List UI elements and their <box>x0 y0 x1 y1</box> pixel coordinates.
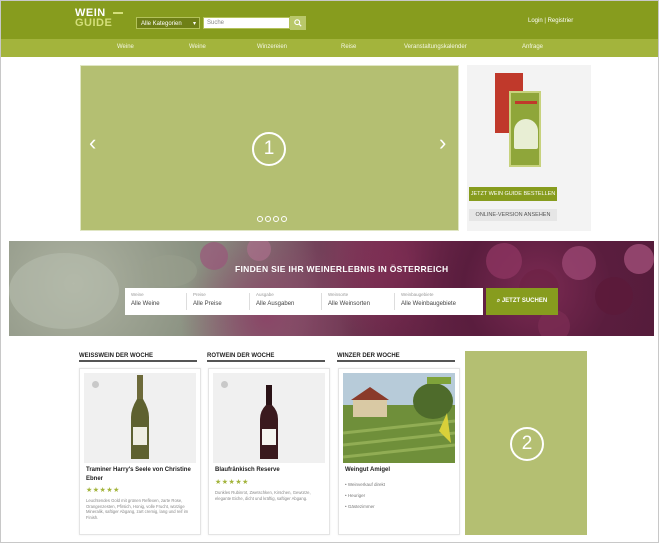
chevron-right-icon[interactable]: › <box>439 132 446 154</box>
slider-dot[interactable] <box>281 216 287 222</box>
wine-bottle-icon <box>131 375 149 459</box>
nav-item-weine-2[interactable]: Weine <box>189 44 206 50</box>
logo-line2: GUIDE <box>75 17 113 29</box>
favorite-icon[interactable] <box>92 381 99 388</box>
winery-feature: • Weinverkauf direkt <box>345 482 386 487</box>
filter-preise[interactable]: Preise Alle Preise <box>187 288 250 315</box>
ad-slot-number: 2 <box>510 427 544 461</box>
section-underline <box>207 360 325 362</box>
guide-ad <box>467 65 591 231</box>
vineyard-photo <box>342 373 456 463</box>
filter-weinbaugebiete[interactable]: Weinbaugebiete Alle Weinbaugebiete <box>395 288 483 315</box>
filter-label: Weine <box>131 292 144 297</box>
slider-dot[interactable] <box>257 216 263 222</box>
wine-image <box>213 373 325 463</box>
wine-bottle-icon <box>260 385 278 459</box>
rating-stars: ★★★★★ <box>215 479 249 486</box>
winery-feature: • Heuriger <box>345 493 366 498</box>
filter-value: Alle Weinsorten <box>328 301 370 307</box>
chevron-down-icon: ▾ <box>192 21 196 27</box>
wine-description: Leuchtendes Gold mit grünen Reflexen, za… <box>86 498 189 520</box>
header-bar: WEIN GUIDE Alle Kategorien ▾ Suche Login… <box>1 1 658 39</box>
filter-label: Ausgabe <box>256 292 274 297</box>
side-ad-placeholder[interactable]: 2 <box>465 351 587 535</box>
red-wine-card[interactable]: Blaufränkisch Reserve ★★★★★ Dunkles Rubi… <box>208 368 330 535</box>
filter-weine[interactable]: Weine Alle Weine <box>125 288 187 315</box>
filter-value: Alle Preise <box>193 301 222 307</box>
book-cover-green <box>509 91 541 167</box>
category-select-label: Alle Kategorien <box>141 21 182 27</box>
search-icon <box>294 19 302 27</box>
nav-item-winzereien[interactable]: Winzereien <box>257 44 287 50</box>
filter-value: Alle Weine <box>131 301 160 307</box>
nav-item-weine[interactable]: Weine <box>117 44 134 50</box>
nav-item-veranstaltungen[interactable]: Veranstaltungskalender <box>404 44 467 50</box>
search-now-button[interactable]: ⌕ JETZT SUCHEN <box>486 288 558 315</box>
wine-name[interactable]: Traminer Harry's Seele von Christine Ebn… <box>86 466 198 484</box>
logo[interactable]: WEIN GUIDE <box>75 8 125 29</box>
filter-weinsorte[interactable]: Weinsorte Alle Weinsorten <box>322 288 395 315</box>
wine-description: Dunkles Rubinrot, Zwetschken, Kirschen, … <box>215 490 311 501</box>
page: WEIN GUIDE Alle Kategorien ▾ Suche Login… <box>0 0 659 543</box>
chevron-left-icon[interactable]: ‹ <box>89 132 96 154</box>
winery-image <box>342 373 456 463</box>
winery-feature-label: Gästezimmer <box>347 504 375 509</box>
filter-label: Weinbaugebiete <box>401 292 434 297</box>
winery-feature-label: Heuriger <box>347 493 366 498</box>
nav-item-reise[interactable]: Reise <box>341 44 356 50</box>
order-guide-button[interactable]: JETZT WEIN GUIDE BESTELLEN <box>469 187 557 201</box>
section-title-rotwein: ROTWEIN DER WOCHE <box>207 353 275 359</box>
slider-dot[interactable] <box>265 216 271 222</box>
winery-name[interactable]: Weingut Amigel <box>345 466 457 475</box>
main-nav: Weine Weine Winzereien Reise Veranstaltu… <box>1 39 658 57</box>
section-title-weisswein: WEISSWEIN DER WOCHE <box>79 353 154 359</box>
section-title-winzer: WINZER DER WOCHE <box>337 353 400 359</box>
section-underline <box>337 360 455 362</box>
filter-label: Preise <box>193 292 206 297</box>
search-button[interactable] <box>290 16 306 30</box>
wine-name[interactable]: Blaufränkisch Reserve <box>215 466 327 475</box>
search-placeholder: Suche <box>207 20 225 26</box>
winery-feature: • Gästezimmer <box>345 504 375 509</box>
winery-card[interactable]: Weingut Amigel • Weinverkauf direkt • He… <box>338 368 460 535</box>
rating-stars: ★★★★★ <box>86 487 120 494</box>
section-underline <box>79 360 197 362</box>
slide-number: 1 <box>252 132 286 166</box>
login-link[interactable]: Login | Registrier <box>528 18 573 24</box>
slider-dots <box>257 216 287 222</box>
nav-item-anfrage[interactable]: Anfrage <box>522 44 543 50</box>
white-wine-card[interactable]: Traminer Harry's Seele von Christine Ebn… <box>79 368 201 535</box>
favorite-icon[interactable] <box>221 381 228 388</box>
finder-title: FINDEN SIE IHR WEINERLEBNIS IN ÖSTERREIC… <box>235 264 449 274</box>
wine-image <box>84 373 196 463</box>
wine-filter-bar: Weine Alle Weine Preise Alle Preise Ausg… <box>125 288 483 315</box>
filter-ausgabe[interactable]: Ausgabe Alle Ausgaben <box>250 288 322 315</box>
category-select[interactable]: Alle Kategorien ▾ <box>136 17 200 29</box>
search-now-label: JETZT SUCHEN <box>501 298 548 304</box>
filter-value: Alle Weinbaugebiete <box>401 301 456 307</box>
filter-value: Alle Ausgaben <box>256 301 295 307</box>
logo-mark <box>113 12 123 14</box>
hero-slider[interactable]: ‹ › 1 <box>80 65 459 231</box>
online-version-button[interactable]: ONLINE-VERSION ANSEHEN <box>469 209 557 221</box>
search-input[interactable]: Suche <box>203 17 290 29</box>
slider-dot[interactable] <box>273 216 279 222</box>
filter-label: Weinsorte <box>328 292 349 297</box>
winery-feature-label: Weinverkauf direkt <box>347 482 386 487</box>
